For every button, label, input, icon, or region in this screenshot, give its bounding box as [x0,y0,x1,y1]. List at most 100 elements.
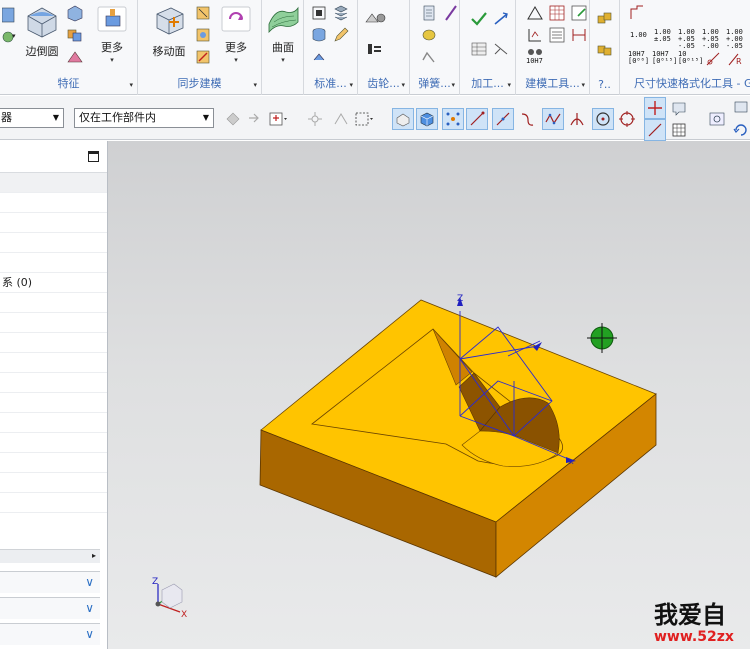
maximize-icon[interactable] [88,151,99,162]
edit-table-icon[interactable] [570,4,588,22]
render-icon[interactable] [706,108,728,130]
replace-face-icon[interactable] [194,26,212,44]
details-panel-toggle[interactable]: ∨ [0,571,100,593]
check-mark-icon[interactable] [470,10,488,28]
quadrant-snap-icon[interactable] [616,108,638,130]
more-dropdown-1[interactable]: ▾ [92,56,132,64]
tol-4[interactable]: 1.00 +.00 -.05 [726,29,743,50]
tol-0[interactable]: 1.00 [630,32,647,39]
thread-icon[interactable] [492,40,510,58]
navigator-row[interactable] [0,433,107,453]
standard-part-icon[interactable] [310,4,328,22]
list-icon[interactable] [548,26,566,44]
extrude-icon[interactable] [1,6,20,24]
endpoint-snap-icon[interactable] [466,108,488,130]
fit-icon[interactable] [570,26,588,44]
arrow-check-icon[interactable] [492,10,510,28]
navigator-row[interactable] [0,173,107,193]
model-view[interactable]: Z x Z X [108,141,750,649]
table-tool-icon[interactable] [668,119,690,141]
select-dropdown-icon[interactable] [268,108,290,130]
center-snap-icon[interactable] [592,108,614,130]
assembly-filter-icon[interactable] [222,108,244,130]
navigator-row[interactable] [0,193,107,213]
fit-0[interactable]: 10H7 [0⁰⁰] [628,51,649,65]
edge-blend-button[interactable]: 边倒圆 [22,4,62,59]
cube-cluster-icon[interactable] [596,10,614,28]
navigator-row[interactable] [0,333,107,353]
graphics-viewport[interactable]: Z x Z X 我爱自 www.52zx [108,141,750,649]
stack-icon[interactable] [332,4,350,22]
shell-icon[interactable] [66,4,84,22]
delete-face-icon[interactable] [194,4,212,22]
rectangle-select-icon[interactable] [354,108,376,130]
navigator-row[interactable] [0,453,107,473]
more-dropdown-2[interactable]: ▾ [214,56,258,64]
view-orient-icon[interactable] [668,97,690,119]
navigator-row[interactable] [0,373,107,393]
navigator-row[interactable] [0,473,107,493]
tol-2[interactable]: 1.00 +.05 -.05 [678,29,695,50]
curve-rule-icon[interactable] [330,108,352,130]
chamfer-icon[interactable] [66,48,84,66]
scroll-right-arrow-icon[interactable]: ▸ [92,551,96,560]
dimension-icon[interactable] [526,26,544,44]
dependencies-panel-toggle[interactable]: ∨ [0,623,100,645]
navigator-row[interactable] [0,353,107,373]
tol-3[interactable]: 1.00 +.05 -.00 [702,29,719,50]
navigator-row-csys[interactable]: 系 (0) [0,273,107,293]
navigator-row[interactable] [0,293,107,313]
gear-tool-icon[interactable] [364,10,386,28]
slash-dim-icon[interactable] [704,50,722,68]
spring-check-icon[interactable] [420,48,438,66]
navigator-row[interactable] [0,393,107,413]
navigator-row[interactable] [0,313,107,333]
spring-doc-icon[interactable] [420,4,438,22]
point-on-curve-icon[interactable] [644,97,666,119]
line-tool-icon[interactable] [644,119,666,141]
layer-icon[interactable] [730,97,750,119]
fit-label-10h7-small[interactable]: 10H7 [526,58,543,65]
point-select-icon[interactable] [304,108,326,130]
dim-format-icon[interactable] [628,4,646,22]
database-icon[interactable] [310,26,328,44]
navigator-row[interactable] [0,253,107,273]
tol-1[interactable]: 1.00 ±.05 [654,29,671,43]
radius-dim-icon[interactable]: R [726,50,744,68]
intersection-snap-icon[interactable] [566,108,588,130]
surface-button[interactable]: 曲面 ▾ [264,4,302,64]
surface-dropdown[interactable]: ▾ [264,56,302,64]
type-filter-select[interactable]: 器 ▼ [0,108,64,128]
snap-icon[interactable] [244,108,266,130]
scope-filter-select[interactable]: 仅在工作部件内 ▼ [74,108,214,128]
horizontal-scrollbar[interactable]: ▸ [0,549,100,563]
solid-view-icon[interactable] [416,108,438,130]
navigator-row[interactable] [0,413,107,433]
spring-icon[interactable] [442,4,460,22]
fit-2[interactable]: 10 [0⁰¹⁵] [678,51,703,65]
grid-table-icon[interactable] [548,4,566,22]
offset-region-icon[interactable] [194,48,212,66]
navigator-row[interactable] [0,493,107,513]
spline-snap-icon[interactable] [542,108,564,130]
cube-cluster-2-icon[interactable] [596,40,614,58]
shaded-view-icon[interactable] [392,108,414,130]
spring-coil-icon[interactable] [420,26,438,44]
fastener-icon[interactable] [310,48,328,66]
hole-icon[interactable] [2,28,20,46]
move-face-button[interactable]: 移动面 [144,4,194,59]
boolean-icon[interactable] [66,26,84,44]
fit-1[interactable]: 10H7 [0⁰¹⁵] [652,51,677,65]
navigator-row[interactable] [0,233,107,253]
curve-snap-icon[interactable] [516,108,538,130]
navigator-row[interactable] [0,213,107,233]
preview-panel-toggle[interactable]: ∨ [0,597,100,619]
triangle-icon[interactable] [526,4,544,22]
gear-list-icon[interactable] [366,40,384,58]
snap-points-icon[interactable] [442,108,464,130]
drill-table-icon[interactable] [470,40,488,58]
more-button-1[interactable]: 更多 ▾ [92,4,132,64]
navigator-row[interactable] [0,513,107,533]
refresh-icon[interactable] [730,119,750,141]
pencil-icon[interactable] [332,26,350,44]
